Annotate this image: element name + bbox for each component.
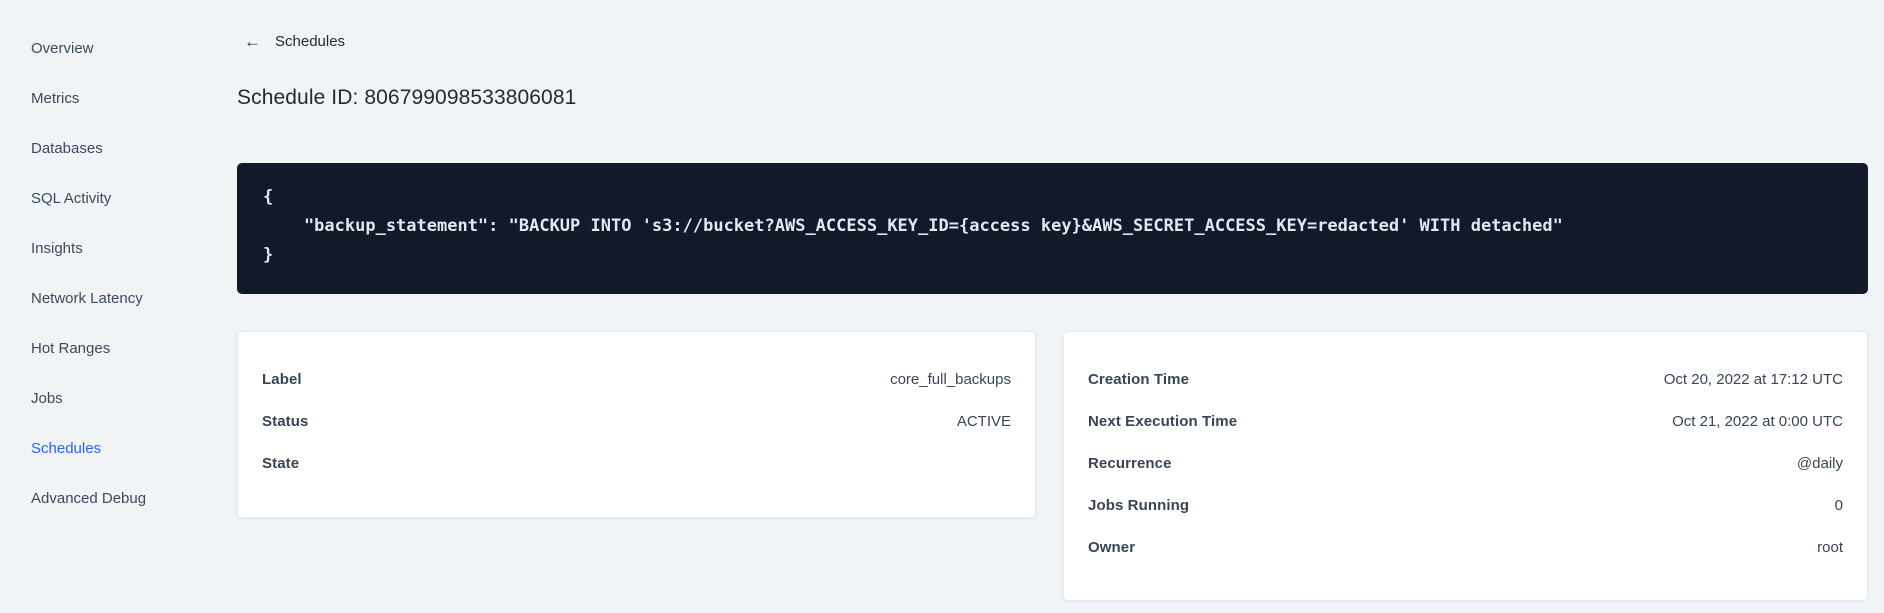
sidebar-item-advanced-debug[interactable]: Advanced Debug [0, 473, 205, 523]
sidebar-item-jobs[interactable]: Jobs [0, 373, 205, 423]
sidebar-item-network-latency[interactable]: Network Latency [0, 273, 205, 323]
detail-row-owner: Owner root [1088, 526, 1843, 568]
detail-value: core_full_backups [890, 370, 1011, 388]
detail-row-recurrence: Recurrence @daily [1088, 442, 1843, 484]
detail-label: Label [262, 370, 302, 388]
detail-label: Status [262, 412, 309, 430]
detail-value: @daily [1796, 454, 1843, 472]
detail-row-next-execution-time: Next Execution Time Oct 21, 2022 at 0:00… [1088, 400, 1843, 442]
detail-label: Recurrence [1088, 454, 1172, 472]
schedule-definition-code-block: { "backup_statement": "BACKUP INTO 's3:/… [237, 163, 1868, 294]
detail-row-creation-time: Creation Time Oct 20, 2022 at 17:12 UTC [1088, 358, 1843, 400]
detail-label: Owner [1088, 538, 1136, 556]
detail-label: Next Execution Time [1088, 412, 1238, 430]
detail-row-status: Status ACTIVE [262, 400, 1011, 442]
sidebar-item-hot-ranges[interactable]: Hot Ranges [0, 323, 205, 373]
schedule-summary-card: Label core_full_backups Status ACTIVE St… [237, 331, 1036, 518]
detail-row-label: Label core_full_backups [262, 358, 1011, 400]
detail-value: Oct 20, 2022 at 17:12 UTC [1663, 370, 1843, 388]
code-line: { [263, 187, 274, 207]
detail-value: Oct 21, 2022 at 0:00 UTC [1672, 412, 1843, 430]
sidebar-item-databases[interactable]: Databases [0, 123, 205, 173]
back-link-label: Schedules [275, 33, 346, 50]
detail-value: 0 [1834, 496, 1843, 514]
schedule-timing-card: Creation Time Oct 20, 2022 at 17:12 UTC … [1063, 331, 1868, 601]
sidebar-nav: Overview Metrics Databases SQL Activity … [0, 0, 205, 613]
detail-row-jobs-running: Jobs Running 0 [1088, 484, 1843, 526]
detail-label: Jobs Running [1088, 496, 1190, 514]
sidebar-item-sql-activity[interactable]: SQL Activity [0, 173, 205, 223]
detail-value: ACTIVE [956, 412, 1011, 430]
page-title: Schedule ID: 806799098533806081 [237, 86, 577, 109]
back-to-schedules-link[interactable]: ← Schedules [244, 33, 345, 50]
sidebar-item-schedules[interactable]: Schedules [0, 423, 205, 473]
detail-row-state: State [262, 442, 1011, 484]
back-arrow-icon: ← [244, 32, 261, 51]
code-line: "backup_statement": "BACKUP INTO 's3://b… [263, 216, 1563, 236]
sidebar-item-metrics[interactable]: Metrics [0, 73, 205, 123]
detail-label: Creation Time [1088, 370, 1190, 388]
sidebar-item-overview[interactable]: Overview [0, 23, 205, 73]
sidebar-item-insights[interactable]: Insights [0, 223, 205, 273]
detail-value: root [1817, 538, 1843, 556]
code-line: } [263, 245, 274, 265]
detail-label: State [262, 454, 300, 472]
